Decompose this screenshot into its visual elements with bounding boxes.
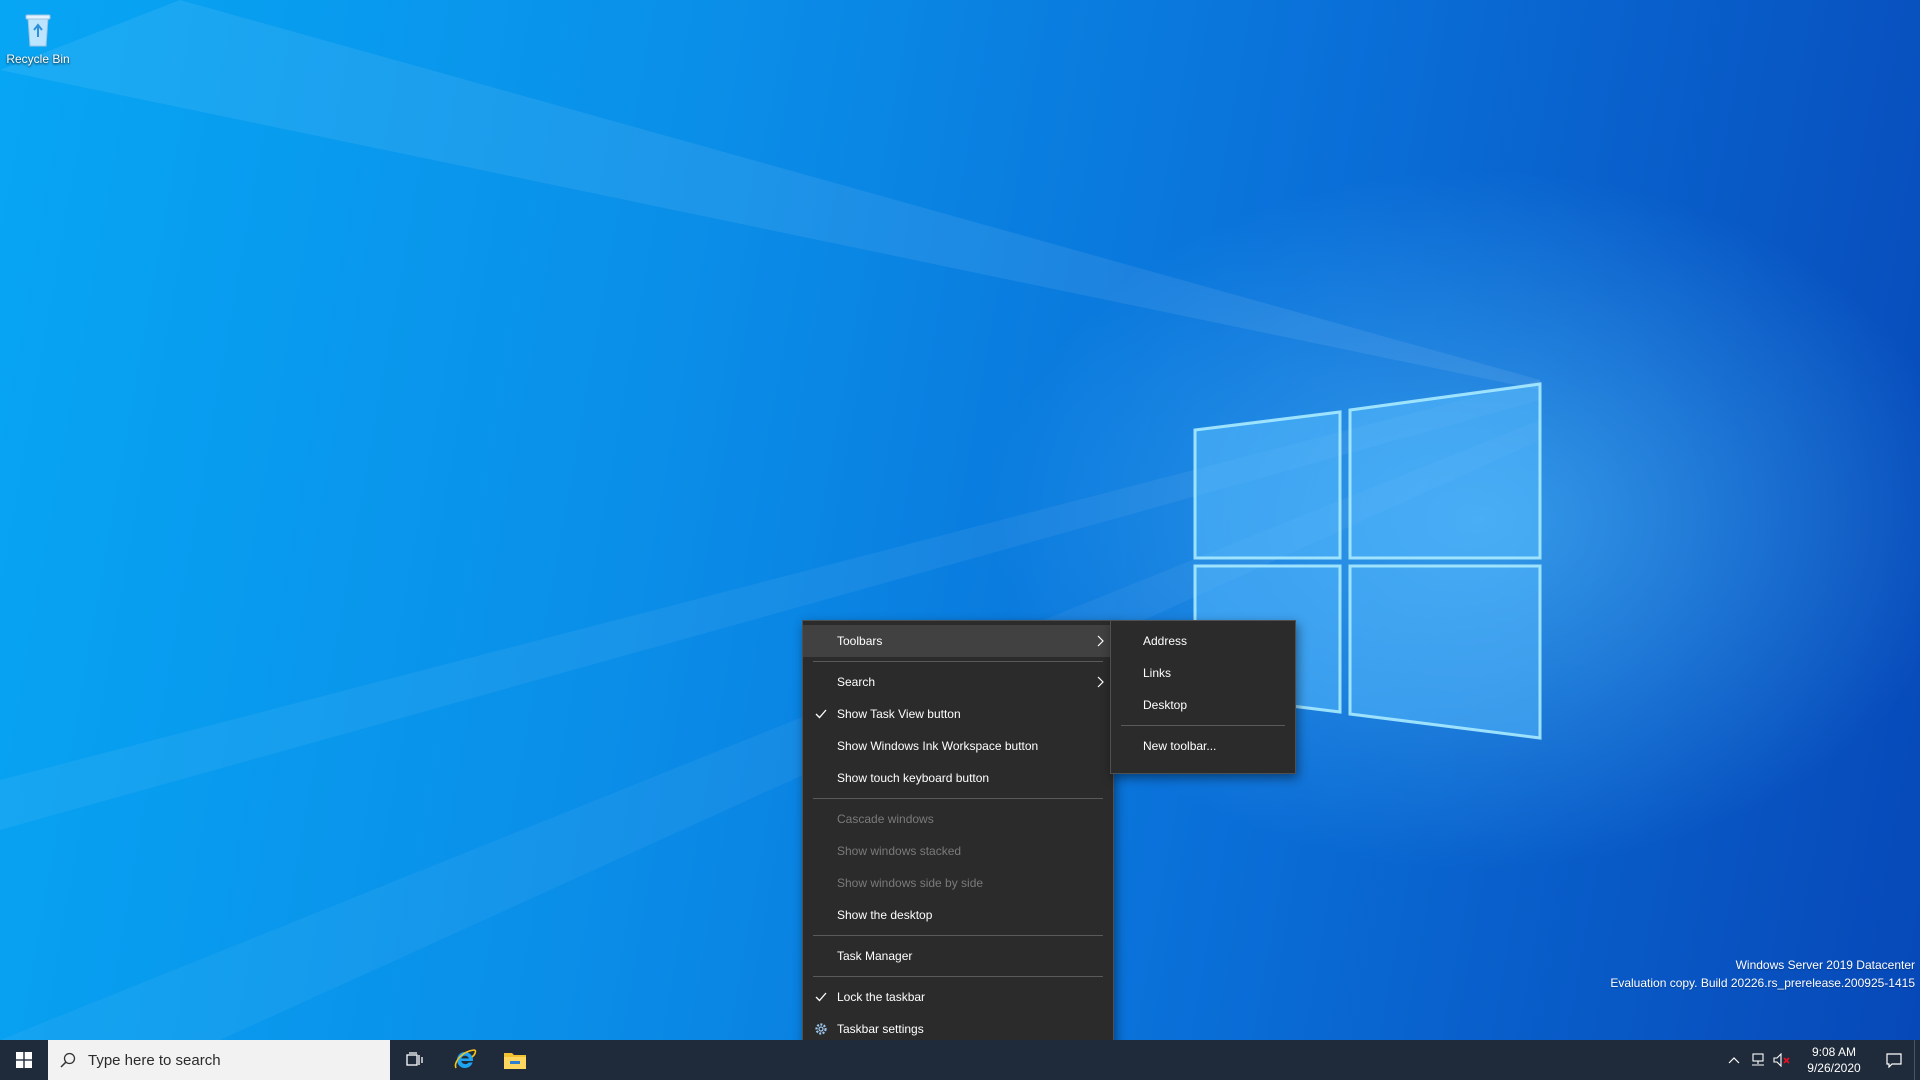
desktop-icon-recycle-bin[interactable]: Recycle Bin (4, 8, 72, 76)
action-center-button[interactable] (1874, 1040, 1914, 1080)
menu-item-label: Show Windows Ink Workspace button (837, 739, 1039, 753)
menu-item-lock-taskbar[interactable]: Lock the taskbar (803, 981, 1113, 1013)
menu-item-label: Show Task View button (837, 707, 961, 721)
menu-item-label: Search (837, 675, 876, 689)
taskbar-clock[interactable]: 9:08 AM 9/26/2020 (1794, 1044, 1874, 1076)
network-icon (1752, 1053, 1764, 1066)
menu-item-label: Address (1143, 634, 1188, 648)
volume-muted-icon (1773, 1053, 1790, 1067)
clock-time: 9:08 AM (1811, 1045, 1857, 1059)
search-icon (60, 1052, 76, 1068)
network-button[interactable] (1746, 1040, 1770, 1080)
start-button[interactable] (0, 1040, 48, 1080)
menu-item-label: Toolbars (837, 634, 883, 648)
watermark-build: Evaluation copy. Build 20226.rs_prerelea… (1610, 976, 1915, 990)
menu-item-label: Taskbar settings (837, 1022, 924, 1036)
menu-item-label: Links (1143, 666, 1172, 680)
show-hidden-icons-button[interactable] (1722, 1040, 1746, 1080)
watermark-edition: Windows Server 2019 Datacenter (1735, 958, 1915, 972)
menu-item-show-touch-keyboard[interactable]: Show touch keyboard button (803, 762, 1113, 794)
menu-separator (813, 661, 1103, 662)
checkmark-icon (813, 698, 829, 730)
chevron-up-icon (1728, 1057, 1740, 1064)
menu-separator (813, 976, 1103, 977)
submenu-item-address[interactable]: Address (1111, 625, 1295, 657)
recycle-bin-icon (25, 14, 51, 47)
windows-logo-icon (16, 1052, 32, 1068)
checkmark-icon (813, 981, 829, 1013)
menu-item-show-desktop[interactable]: Show the desktop (803, 899, 1113, 931)
menu-item-show-ink-workspace[interactable]: Show Windows Ink Workspace button (803, 730, 1113, 762)
menu-item-task-manager[interactable]: Task Manager (803, 940, 1113, 972)
menu-separator (813, 935, 1103, 936)
chevron-right-icon (1097, 666, 1105, 698)
menu-separator (1121, 725, 1285, 726)
menu-item-cascade-windows: Cascade windows (803, 803, 1113, 835)
system-tray: 9:08 AM 9/26/2020 (1722, 1040, 1920, 1080)
file-explorer-icon (504, 1053, 526, 1069)
internet-explorer-icon (454, 1049, 477, 1069)
desktop-icon-label: Recycle Bin (6, 52, 70, 66)
menu-item-show-task-view[interactable]: Show Task View button (803, 698, 1113, 730)
menu-item-label: Show windows stacked (837, 844, 962, 858)
clock-date: 9/26/2020 (1807, 1061, 1861, 1075)
menu-item-label: Lock the taskbar (837, 990, 926, 1004)
menu-item-search[interactable]: Search (803, 666, 1113, 698)
menu-item-show-windows-stacked: Show windows stacked (803, 835, 1113, 867)
taskbar-search-box[interactable]: Type here to search (48, 1040, 390, 1080)
menu-item-show-windows-side-by-side: Show windows side by side (803, 867, 1113, 899)
notification-icon (1886, 1053, 1902, 1068)
menu-item-label: Show windows side by side (837, 876, 984, 890)
menu-item-label: Show the desktop (837, 908, 933, 922)
submenu-item-new-toolbar[interactable]: New toolbar... (1111, 730, 1295, 762)
task-view-icon (406, 1052, 423, 1066)
menu-separator (813, 798, 1103, 799)
menu-item-toolbars[interactable]: Toolbars (803, 625, 1113, 657)
taskbar-context-menu: Toolbars Search Show Task View button Sh… (802, 620, 1114, 1058)
menu-item-label: New toolbar... (1143, 739, 1217, 753)
taskbar-app-internet-explorer[interactable] (440, 1040, 490, 1080)
menu-item-label: Desktop (1143, 698, 1188, 712)
submenu-item-links[interactable]: Links (1111, 657, 1295, 689)
task-view-button[interactable] (390, 1040, 440, 1080)
menu-item-label: Show touch keyboard button (837, 771, 990, 785)
taskbar-app-file-explorer[interactable] (490, 1040, 540, 1080)
toolbars-submenu: Address Links Desktop New toolbar... (1110, 620, 1296, 774)
chevron-right-icon (1097, 625, 1105, 657)
volume-button[interactable] (1770, 1040, 1794, 1080)
submenu-item-desktop[interactable]: Desktop (1111, 689, 1295, 721)
evaluation-watermark: Windows Server 2019 Datacenter Evaluatio… (1610, 956, 1915, 992)
show-desktop-button[interactable] (1914, 1040, 1920, 1080)
menu-item-label: Task Manager (837, 949, 913, 963)
taskbar: Type here to search 9:08 AM 9/26/2020 (0, 1040, 1920, 1080)
menu-item-label: Cascade windows (837, 812, 934, 826)
search-placeholder: Type here to search (88, 1051, 221, 1069)
